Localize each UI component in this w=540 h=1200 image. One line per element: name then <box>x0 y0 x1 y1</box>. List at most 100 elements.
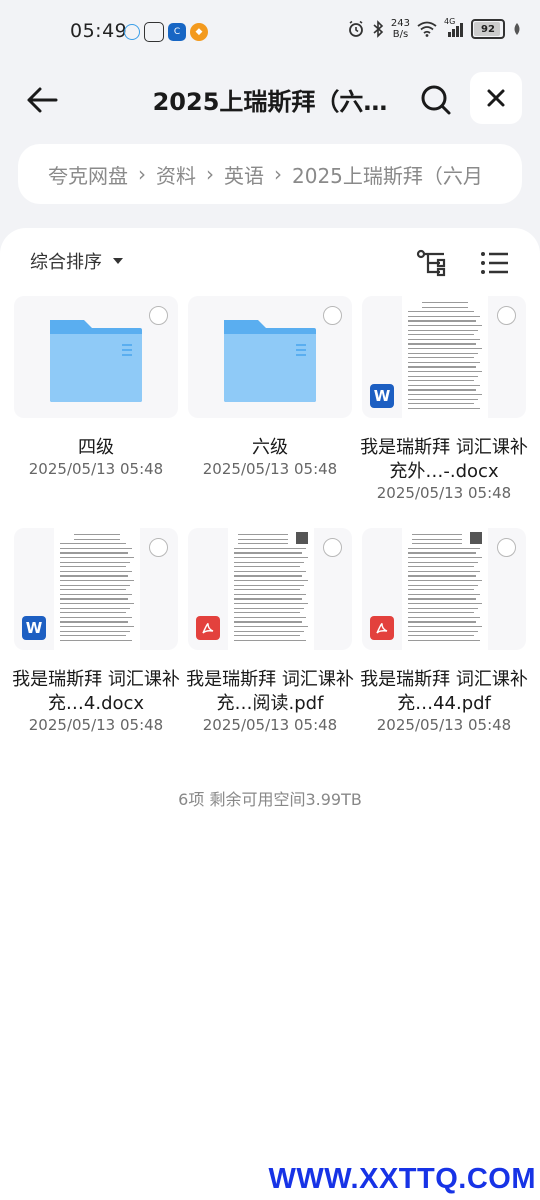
doc-text-line <box>408 352 478 354</box>
doc-text-line <box>60 584 130 586</box>
list-view-button[interactable] <box>478 246 512 280</box>
shield-app-icon <box>144 22 164 42</box>
doc-text-line <box>408 389 476 391</box>
chevron-right-icon: › <box>138 162 146 186</box>
doc-text-line <box>408 325 482 327</box>
doc-text-line <box>238 538 288 540</box>
tree-view-button[interactable] <box>414 246 448 280</box>
battery-indicator: 92 <box>471 19 505 39</box>
alarm-icon <box>349 20 363 37</box>
doc-text-line <box>234 612 300 614</box>
select-checkbox[interactable] <box>497 306 516 325</box>
net-speed-unit: B/s <box>392 29 409 40</box>
file-date: 2025/05/13 05:48 <box>28 716 164 734</box>
doc-text-line <box>408 584 478 586</box>
caret-down-icon <box>113 258 123 264</box>
pdf-file-icon <box>370 616 394 640</box>
net-speed: 243 B/s <box>391 18 410 40</box>
doc-text-line <box>408 403 474 405</box>
doc-text-line <box>412 543 462 545</box>
select-checkbox[interactable] <box>323 538 342 557</box>
charging-leaf-icon <box>514 23 520 35</box>
doc-text-line <box>234 575 302 577</box>
doc-text-line <box>234 589 300 591</box>
document-thumbnail <box>362 528 526 650</box>
doc-text-line <box>412 538 462 540</box>
doc-text-line <box>234 580 308 582</box>
chevron-right-icon: › <box>206 162 214 186</box>
doc-text-line <box>408 329 478 331</box>
doc-text-line <box>408 338 480 340</box>
cell-signal-icon: 4G <box>444 17 464 37</box>
search-icon <box>421 85 451 115</box>
breadcrumb-item-current[interactable]: 2025上瑞斯拜（六月 <box>292 160 483 189</box>
word-file-icon: W <box>370 384 394 408</box>
doc-text-line <box>234 561 304 563</box>
back-button[interactable] <box>22 80 62 120</box>
bluetooth-icon <box>373 20 384 38</box>
doc-text-line <box>408 380 474 382</box>
doc-text-line <box>408 366 476 368</box>
doc-text-line <box>408 570 480 572</box>
breadcrumb-item-materials[interactable]: 资料 <box>156 160 196 189</box>
sort-selector[interactable]: 综合排序 <box>30 248 124 274</box>
doc-text-line <box>60 552 128 554</box>
doc-text-line <box>60 543 126 545</box>
doc-text-line <box>408 320 476 322</box>
qr-code-icon <box>296 532 308 544</box>
net-speed-value: 243 <box>390 18 410 29</box>
select-checkbox[interactable] <box>149 306 168 325</box>
doc-text-line <box>60 639 132 641</box>
doc-text-line <box>408 361 480 363</box>
doc-text-line <box>408 311 474 313</box>
back-arrow-icon <box>27 87 58 113</box>
select-checkbox[interactable] <box>323 306 342 325</box>
select-checkbox[interactable] <box>497 538 516 557</box>
doc-text-line <box>234 616 306 618</box>
doc-text-line <box>60 557 134 559</box>
doc-text-line <box>408 566 474 568</box>
breadcrumb-item-root[interactable]: 夸克网盘 <box>48 160 128 189</box>
sort-label: 综合排序 <box>30 252 102 273</box>
doc-text-line <box>238 534 288 536</box>
file-date: 2025/05/13 05:48 <box>202 716 338 734</box>
doc-text-line <box>408 575 476 577</box>
qr-code-icon <box>470 532 482 544</box>
doc-text-line <box>60 566 126 568</box>
doc-text-line <box>408 384 480 386</box>
doc-text-line <box>408 616 480 618</box>
doc-text-line <box>408 348 482 350</box>
file-panel: 综合排序 四级 2025/05/13 05:48 六级 2025/05/13 0… <box>0 228 540 1200</box>
doc-text-line <box>234 593 306 595</box>
file-date: 2025/05/13 05:48 <box>28 460 164 478</box>
document-thumbnail: W <box>14 528 178 650</box>
status-time: 05:49 <box>70 20 128 42</box>
list-icon <box>481 252 508 274</box>
doc-text-line <box>234 626 308 628</box>
page-title: 2025上瑞斯拜（六… <box>152 88 388 116</box>
close-button[interactable] <box>470 72 522 124</box>
doc-text-line <box>408 315 480 317</box>
doc-text-line <box>234 621 302 623</box>
orange-app-icon: ◆ <box>190 23 208 41</box>
doc-text-line <box>408 371 482 373</box>
select-checkbox[interactable] <box>149 538 168 557</box>
document-thumbnail <box>188 528 352 650</box>
doc-text-line <box>234 552 302 554</box>
chevron-right-icon: › <box>274 162 282 186</box>
doc-text-line <box>60 635 126 637</box>
doc-text-line <box>408 598 476 600</box>
breadcrumb-item-english[interactable]: 英语 <box>224 160 264 189</box>
doc-text-line <box>60 561 130 563</box>
tree-structure-icon <box>416 249 446 277</box>
doc-text-line <box>234 607 304 609</box>
document-page-preview <box>54 528 140 650</box>
cloud-chat-icon <box>124 24 140 40</box>
doc-text-line <box>60 626 134 628</box>
file-date: 2025/05/13 05:48 <box>376 716 512 734</box>
doc-text-line <box>408 552 476 554</box>
doc-text-line <box>422 302 468 304</box>
document-page-preview <box>402 528 488 650</box>
search-button[interactable] <box>414 80 458 120</box>
document-thumbnail: W <box>362 296 526 418</box>
